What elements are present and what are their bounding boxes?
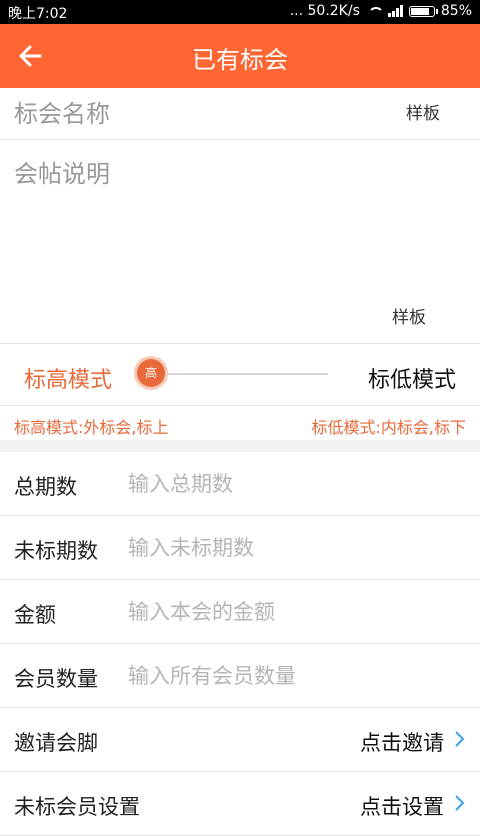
name-template-button[interactable]: 样板	[406, 99, 440, 124]
chevron-right-icon	[455, 795, 465, 811]
mode-high-desc: 标高模式:外标会,标上	[14, 418, 169, 437]
mode-switch-row: 标高模式 高 标低模式	[0, 344, 480, 406]
total-periods-input[interactable]	[128, 469, 458, 499]
network-speed: ... 50.2K/s	[289, 3, 360, 19]
meeting-desc-input[interactable]: 会帖说明	[14, 154, 110, 189]
invite-action[interactable]: 点击邀请	[360, 727, 444, 757]
page-title: 已有标会	[192, 46, 288, 74]
unmarked-members-action[interactable]: 点击设置	[360, 791, 444, 821]
unmarked-members-label: 未标会员设置	[14, 795, 140, 819]
status-time: 晚上7:02	[8, 6, 68, 22]
battery-fill	[410, 7, 429, 15]
unmarked-members-row[interactable]: 未标会员设置 点击设置	[0, 772, 480, 836]
unmarked-periods-input[interactable]	[128, 533, 458, 563]
amount-label: 金额	[14, 603, 56, 627]
app-header: 已有标会	[0, 24, 480, 88]
wifi-icon	[366, 5, 384, 17]
mode-low-label[interactable]: 标低模式	[368, 362, 456, 394]
battery-icon	[408, 5, 438, 17]
meeting-desc-row: 会帖说明 样板	[0, 140, 480, 344]
total-periods-row: 总期数	[0, 452, 480, 516]
member-count-input[interactable]	[128, 661, 458, 691]
invite-label: 邀请会脚	[14, 731, 98, 755]
member-count-row: 会员数量	[0, 644, 480, 708]
battery-percent: 85%	[440, 3, 472, 19]
status-indicators: ... 50.2K/s 85%	[290, 3, 472, 19]
mode-slider-track[interactable]	[163, 373, 328, 375]
mode-slider-knob[interactable]: 高	[137, 359, 165, 387]
meeting-name-input[interactable]: 标会名称	[14, 94, 110, 129]
meeting-name-row: 标会名称 样板	[0, 88, 480, 140]
amount-row: 金额	[0, 580, 480, 644]
mode-desc-row: 标高模式:外标会,标上 标低模式:内标会,标下	[0, 406, 480, 440]
chevron-right-icon	[455, 731, 465, 747]
unmarked-periods-row: 未标期数	[0, 516, 480, 580]
invite-row[interactable]: 邀请会脚 点击邀请	[0, 708, 480, 772]
status-bar: 晚上7:02 ... 50.2K/s 85%	[0, 0, 480, 24]
amount-input[interactable]	[128, 597, 458, 627]
desc-template-button[interactable]: 样板	[392, 303, 426, 328]
mode-low-desc: 标低模式:内标会,标下	[311, 418, 466, 437]
mode-high-label[interactable]: 标高模式	[24, 362, 112, 394]
unmarked-periods-label: 未标期数	[14, 539, 98, 563]
section-divider	[0, 440, 480, 452]
member-count-label: 会员数量	[14, 667, 98, 691]
signal-icon	[387, 5, 403, 17]
total-periods-label: 总期数	[14, 475, 77, 499]
